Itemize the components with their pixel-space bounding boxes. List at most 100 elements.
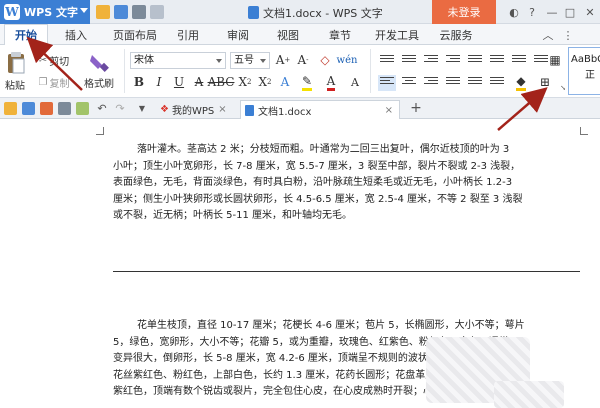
redo-icon[interactable]: ↷ [112,100,128,116]
app-name: WPS 文字 [24,6,78,19]
close-tab-icon[interactable]: × [218,104,226,115]
login-button[interactable]: 未登录 [432,0,496,24]
char-border-icon[interactable]: A [346,73,364,91]
underline-icon[interactable]: U [170,73,188,91]
undo-icon[interactable]: ↶ [94,100,110,116]
superscript-icon[interactable]: X2 [236,73,254,91]
line-spacing-icon[interactable] [488,53,506,69]
text-line: 表面绿色，无毛，背面淡绿色，有时具白粉，沿叶脉疏生短柔毛或近无毛，小叶柄长 1.… [113,177,513,188]
minimize-icon[interactable]: — [544,4,560,20]
document-icon [245,104,254,116]
close-icon[interactable]: ✕ [582,4,598,20]
double-strike-icon[interactable]: ABC [208,73,235,91]
document-icon [248,6,259,19]
subscript-icon[interactable]: X2 [256,73,274,91]
doc-tab-my-wps[interactable]: ❖ 我的WPS × [156,100,236,119]
increase-indent-icon[interactable] [444,53,462,69]
strikethrough-icon[interactable]: A [190,73,208,91]
bold-icon[interactable]: B [130,73,148,91]
print-icon[interactable] [58,102,71,115]
justify-icon[interactable] [444,75,462,91]
tab-developer[interactable]: 开发工具 [372,24,422,45]
tab-view[interactable]: 视图 [270,24,306,45]
text-line: 或不裂，近无柄；叶柄长 5-11 厘米，和叶轴均无毛。 [113,210,353,221]
save-icon[interactable] [22,102,35,115]
align-right-icon[interactable] [422,75,440,91]
margin-corner-mark [96,127,104,135]
more-icon[interactable]: ⋮ [560,27,576,43]
cut-button[interactable]: ✂ 剪切 [34,53,74,68]
wps-logo-icon: W [4,4,20,20]
undo-icon[interactable] [150,5,164,19]
tab-references[interactable]: 引用 [170,24,206,45]
italic-icon[interactable]: I [150,73,168,91]
document-page[interactable]: 落叶灌木。茎高达 2 米；分枝短而粗。叶通常为二回三出复叶，偶尔近枝顶的叶为 3… [0,119,600,408]
table-icon[interactable]: ▦ [546,51,564,69]
style-preview: AaBbC [571,54,600,65]
style-gallery[interactable]: AaBbC 正 [568,47,600,95]
doc-tab-active[interactable]: 文档1.docx × [240,100,400,119]
open-folder-icon[interactable] [96,5,110,19]
distribute-icon[interactable] [466,75,484,91]
save-icon[interactable] [114,5,128,19]
tab-home[interactable]: 开始 [4,24,48,45]
phonetic-guide-icon[interactable]: wén [337,51,358,69]
clear-format-icon[interactable]: ◇ [316,51,334,69]
paragraph-1: 落叶灌木。茎高达 2 米；分枝短而粗。叶通常为二回三出复叶，偶尔近枝顶的叶为 3… [113,142,583,242]
shading-icon[interactable]: ◆ [512,73,530,91]
ribbon-divider [124,49,125,93]
help-icon[interactable]: ? [524,4,540,20]
new-tab-icon[interactable]: + [408,100,424,116]
skin-icon[interactable]: ◐ [506,4,522,20]
tab-review[interactable]: 审阅 [220,24,256,45]
wps-app-menu-button[interactable]: W WPS 文字 [0,0,90,24]
print-preview-icon[interactable] [76,102,89,115]
tab-cloud-service[interactable]: 云服务 [434,24,478,45]
align-center-icon[interactable] [400,75,418,91]
wps-home-icon: ❖ [160,104,169,115]
maximize-icon[interactable]: □ [562,4,578,20]
numbered-list-icon[interactable] [400,53,418,69]
text-line: 落叶灌木。茎高达 2 米；分枝短而粗。叶通常为二回三出复叶，偶尔近枝顶的叶为 3 [137,144,510,155]
style-preview-label: 正 [585,70,595,81]
align-left-icon[interactable] [378,75,396,91]
horizontal-rule [113,271,580,272]
paste-label[interactable]: 粘贴 [0,77,30,92]
decrease-indent-icon[interactable] [422,53,440,69]
open-icon[interactable] [4,102,17,115]
chevron-up-icon[interactable]: ︿ [540,27,556,43]
text-effect-icon[interactable]: A [276,73,294,91]
export-pdf-icon[interactable] [40,102,53,115]
quick-access-dropdown-icon[interactable]: ▼ [134,100,150,116]
text-line: 花单生枝顶，直径 10-17 厘米；花梗长 4-6 厘米；苞片 5，长椭圆形，大… [137,320,525,331]
close-tab-icon[interactable]: × [385,105,393,116]
paragraph-spacing-icon[interactable] [488,75,506,91]
doc-tab-label: 我的WPS [171,106,215,117]
window-title-text: 文档1.docx - WPS 文字 [263,7,383,20]
bullet-list-icon[interactable] [378,53,396,69]
font-color-icon[interactable]: A [322,73,340,91]
shrink-font-icon[interactable]: A- [294,51,312,69]
brush-icon [90,55,109,72]
paste-button[interactable] [2,47,30,77]
document-tab-bar: ↶ ↷ ▼ ❖ 我的WPS × 文档1.docx × + [0,98,600,119]
tab-page-layout[interactable]: 页面布局 [106,24,164,45]
tab-chapter[interactable]: 章节 [322,24,358,45]
format-painter-button[interactable] [80,49,118,75]
borders-icon[interactable]: ⊞ [536,73,554,91]
font-name-select[interactable]: 宋体 [130,52,226,69]
tab-insert[interactable]: 插入 [54,24,98,45]
margin-corner-mark [580,127,588,135]
sort-icon[interactable] [510,53,528,69]
font-size-select[interactable]: 五号 [230,52,270,69]
print-icon[interactable] [132,5,146,19]
highlight-icon[interactable]: ✎ [298,73,316,91]
copy-label: 复制 [49,78,70,90]
chevron-down-icon [80,8,88,13]
grow-font-icon[interactable]: A + [274,51,292,69]
format-painter-label[interactable]: 格式刷 [80,75,118,90]
window-title: 文档1.docx - WPS 文字 [248,5,383,21]
copy-button[interactable]: ❐ 复制 [34,75,74,90]
chinese-layout-icon[interactable] [466,53,484,69]
title-bar: W WPS 文字 文档1.docx - WPS 文字 未登录 ◐ ? — □ ✕ [0,0,600,24]
